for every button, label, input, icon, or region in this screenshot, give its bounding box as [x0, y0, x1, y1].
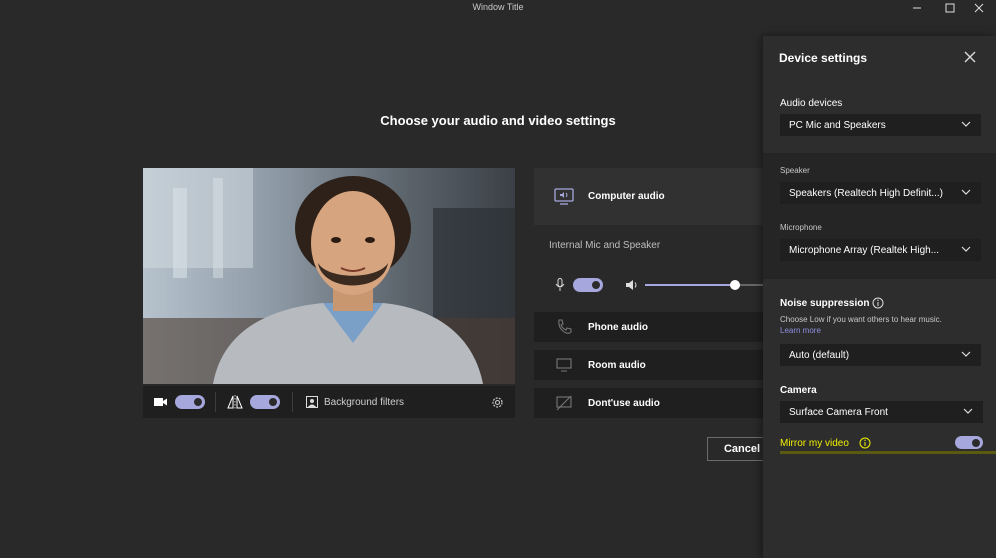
window-title: Window Title	[472, 2, 524, 12]
chevron-down-icon	[961, 246, 971, 252]
maximize-icon	[945, 3, 955, 13]
chevron-down-icon	[961, 189, 971, 195]
info-icon[interactable]	[872, 297, 884, 309]
audio-option-computer[interactable]: Computer audio	[534, 168, 764, 225]
camera-value: Surface Camera Front	[789, 406, 888, 418]
speaker-dropdown[interactable]: Speakers (Realtech High Definit...)	[780, 182, 981, 204]
chevron-down-icon	[963, 408, 973, 414]
volume-slider-thumb[interactable]	[730, 280, 740, 290]
microphone-icon	[555, 278, 565, 291]
speaker-microphone-section: Speaker Speakers (Realtech High Definit.…	[763, 153, 996, 279]
audio-option-label: Dont'use audio	[588, 397, 660, 409]
audio-option-no-audio[interactable]: Dont'use audio	[534, 388, 764, 418]
microphone-label: Microphone	[780, 223, 822, 232]
background-filters-icon	[306, 396, 318, 408]
phone-icon	[554, 317, 574, 337]
mirror-video-row: Mirror my video	[780, 433, 996, 453]
camera-icon	[154, 398, 167, 406]
audio-option-label: Phone audio	[588, 321, 648, 333]
panel-title: Device settings	[779, 51, 868, 65]
close-icon	[974, 3, 984, 13]
volume-slider-fill	[645, 284, 735, 286]
camera-dropdown[interactable]: Surface Camera Front	[780, 401, 983, 423]
audio-option-label: Computer audio	[588, 191, 665, 202]
close-window-button[interactable]	[962, 0, 996, 16]
audio-option-label: Room audio	[588, 359, 646, 371]
divider	[292, 392, 293, 412]
noise-suppression-dropdown[interactable]: Auto (default)	[780, 344, 981, 366]
microphone-dropdown[interactable]: Microphone Array (Realtek High...	[780, 239, 981, 261]
chevron-down-icon	[961, 121, 971, 127]
noise-suppression-description: Choose Low if you want others to hear mu…	[780, 315, 942, 335]
camera-toggle[interactable]	[175, 395, 205, 409]
close-panel-icon[interactable]	[963, 50, 977, 64]
divider	[215, 392, 216, 412]
mirror-video-label: Mirror my video	[780, 437, 849, 449]
room-audio-icon	[554, 355, 574, 375]
chevron-down-icon	[961, 351, 971, 357]
video-toolbar: Background filters	[143, 386, 515, 418]
title-bar: Window Title	[0, 0, 996, 16]
computer-audio-details	[534, 225, 764, 309]
info-icon[interactable]	[859, 437, 871, 449]
minimize-icon	[913, 7, 921, 9]
no-audio-icon	[554, 393, 574, 413]
background-filters-button[interactable]: Background filters	[324, 397, 404, 408]
device-settings-panel: Device settings Audio devices PC Mic and…	[763, 36, 996, 558]
noise-suppression-label: Noise suppression	[780, 298, 870, 309]
settings-gear-icon[interactable]	[491, 396, 504, 409]
video-preview	[143, 168, 515, 384]
noise-suppression-value: Auto (default)	[789, 349, 850, 361]
speaker-label: Speaker	[780, 166, 810, 175]
audio-devices-dropdown[interactable]: PC Mic and Speakers	[780, 114, 981, 136]
audio-option-phone[interactable]: Phone audio	[534, 312, 764, 342]
microphone-value: Microphone Array (Realtek High...	[789, 244, 940, 256]
mirror-video-toggle[interactable]	[955, 436, 983, 449]
camera-label: Camera	[780, 385, 817, 396]
speaker-volume-icon	[626, 280, 637, 290]
audio-device-name: Internal Mic and Speaker	[549, 240, 661, 251]
mirror-icon	[227, 395, 243, 409]
audio-option-room[interactable]: Room audio	[534, 350, 764, 380]
learn-more-link[interactable]: Learn more	[780, 326, 821, 335]
audio-devices-label: Audio devices	[780, 98, 843, 109]
audio-devices-value: PC Mic and Speakers	[789, 119, 886, 131]
microphone-toggle[interactable]	[573, 278, 603, 292]
mirror-toggle[interactable]	[250, 395, 280, 409]
minimize-button[interactable]	[900, 0, 934, 16]
speaker-value: Speakers (Realtech High Definit...)	[789, 187, 943, 199]
computer-audio-icon	[554, 187, 574, 207]
